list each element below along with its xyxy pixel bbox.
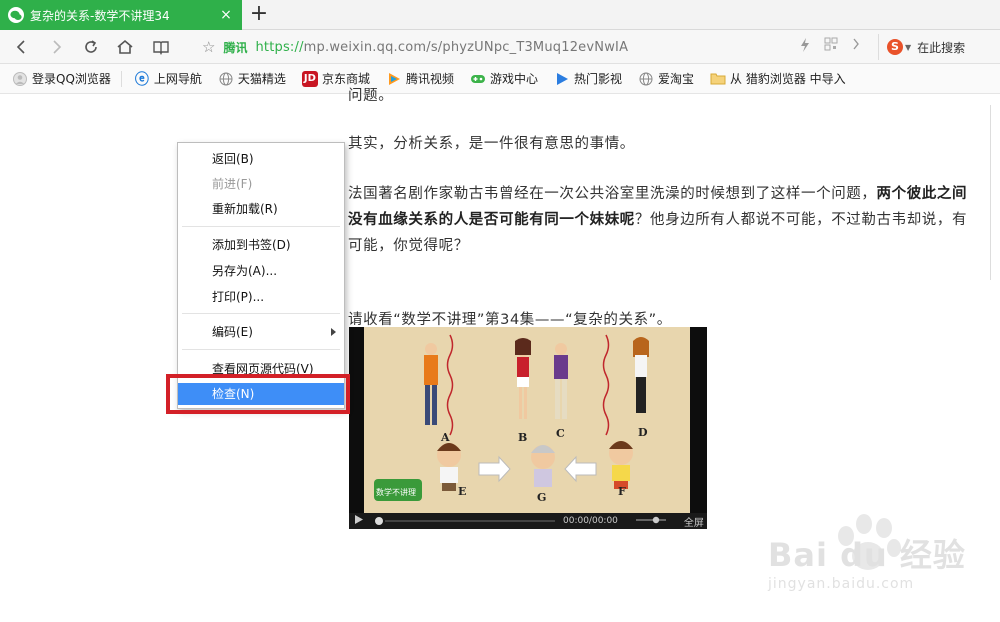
- video-player[interactable]: A B C D E G F 数学不讲理 00:00/00:00 全屏: [349, 327, 707, 529]
- progress-bar[interactable]: [385, 520, 555, 522]
- menu-item-bookmark[interactable]: 添加到书签(D): [178, 234, 344, 256]
- bookmark-label: 登录QQ浏览器: [32, 72, 111, 86]
- ie-icon: ⓔ: [134, 71, 149, 88]
- article-partial-line: 问题。: [348, 88, 394, 101]
- address-bar[interactable]: ☆ 腾讯 https://mp.weixin.qq.com/s/phyzUNpc…: [196, 36, 868, 58]
- encoding-label: 编码(E): [212, 325, 253, 339]
- label-c: C: [556, 427, 565, 440]
- watermark-text: Bai du 经验: [768, 536, 966, 574]
- menu-item-back[interactable]: 返回(B): [178, 148, 344, 170]
- tab-title: 复杂的关系-数学不讲理34: [30, 8, 170, 23]
- forward-icon[interactable]: [46, 36, 68, 58]
- bookmark-nav[interactable]: ⓔ 上网导航: [134, 70, 202, 88]
- bookmark-login-qq[interactable]: 登录QQ浏览器: [12, 70, 111, 87]
- qr-code-icon[interactable]: [824, 37, 838, 57]
- bookmark-label: 上网导航: [153, 72, 202, 86]
- bookmark-separator: [120, 70, 122, 87]
- site-tag: 腾讯: [223, 40, 248, 55]
- tab-strip: 复杂的关系-数学不讲理34 × +: [0, 0, 1000, 30]
- play-icon[interactable]: [355, 515, 365, 527]
- fullscreen-button[interactable]: 全屏: [684, 514, 704, 529]
- bookmark-star-icon[interactable]: ☆: [202, 38, 215, 56]
- watermark-url: jingyan.baidu.com: [768, 576, 915, 592]
- search-placeholder: 在此搜索: [917, 40, 966, 55]
- baidu-jingyan-watermark: Bai du 经验 jingyan.baidu.com: [750, 512, 990, 612]
- menu-item-forward: 前进(F): [212, 177, 253, 191]
- cartoon-scene: [364, 327, 690, 513]
- label-f: F: [618, 485, 626, 498]
- article-paragraph-1: 其实，分析关系，是一件很有意思的事情。: [348, 136, 635, 152]
- chevron-down-icon[interactable]: ▼: [905, 43, 911, 52]
- new-tab-button[interactable]: +: [248, 3, 270, 25]
- home-icon[interactable]: [114, 36, 136, 58]
- show-logo-text: 数学不讲理: [376, 488, 416, 497]
- bookmark-label: 天猫精选: [237, 72, 286, 86]
- submenu-arrow-icon: [331, 328, 336, 336]
- video-controls: 00:00/00:00 全屏: [349, 513, 707, 529]
- back-icon[interactable]: [10, 36, 32, 58]
- menu-item-print[interactable]: 打印(P)...: [178, 286, 344, 308]
- tab-close-icon[interactable]: ×: [218, 7, 234, 23]
- navigation-bar: ☆ 腾讯 https://mp.weixin.qq.com/s/phyzUNpc…: [0, 30, 1000, 64]
- reload-icon[interactable]: [80, 36, 102, 58]
- label-d: D: [638, 426, 648, 439]
- url-scheme: https://: [255, 39, 304, 55]
- scrollbar[interactable]: [990, 105, 1000, 280]
- time-display: 00:00/00:00: [563, 516, 618, 526]
- globe-icon: [218, 71, 234, 87]
- context-menu: 返回(B) 前进(F) 重新加载(R) 添加到书签(D) 另存为(A)... 打…: [177, 142, 345, 409]
- menu-separator: [182, 226, 340, 227]
- jd-icon: JD: [301, 70, 318, 87]
- para2-text: 法国著名剧作家勒古韦曾经在一次公共浴室里洗澡的时候想到了这样一个问题，: [348, 186, 877, 202]
- label-g: G: [537, 491, 547, 504]
- url-path: mp.weixin.qq.com/s/phyzUNpc_T3Muq12evNwI…: [303, 39, 629, 55]
- sogou-search-icon[interactable]: S: [887, 39, 903, 55]
- reader-icon[interactable]: [150, 36, 172, 58]
- volume-icon[interactable]: [635, 516, 666, 527]
- active-tab[interactable]: 复杂的关系-数学不讲理34 ×: [0, 0, 242, 30]
- search-box[interactable]: S ▼ 在此搜索: [878, 34, 1000, 60]
- wechat-icon: [8, 7, 24, 23]
- menu-item-save-as[interactable]: 另存为(A)...: [178, 260, 344, 282]
- chevron-right-icon[interactable]: [852, 37, 860, 57]
- menu-item-encoding[interactable]: 编码(E): [178, 321, 344, 343]
- video-frame: A B C D E G F 数学不讲理: [364, 327, 690, 513]
- menu-separator: [182, 313, 340, 314]
- label-e: E: [458, 485, 467, 498]
- label-a: A: [441, 431, 450, 444]
- annotation-highlight: [166, 374, 350, 414]
- url-text[interactable]: https://mp.weixin.qq.com/s/phyzUNpc_T3Mu…: [255, 40, 628, 55]
- bookmark-tmall[interactable]: 天猫精选: [218, 70, 286, 87]
- menu-separator: [182, 349, 340, 350]
- user-avatar-icon: [12, 71, 28, 87]
- menu-item-reload[interactable]: 重新加载(R): [178, 198, 344, 220]
- label-b: B: [518, 431, 528, 444]
- lightning-icon[interactable]: [800, 37, 810, 57]
- progress-handle[interactable]: [375, 517, 383, 525]
- article-paragraph-2: 法国著名剧作家勒古韦曾经在一次公共浴室里洗澡的时候想到了这样一个问题，两个彼此之…: [348, 181, 968, 259]
